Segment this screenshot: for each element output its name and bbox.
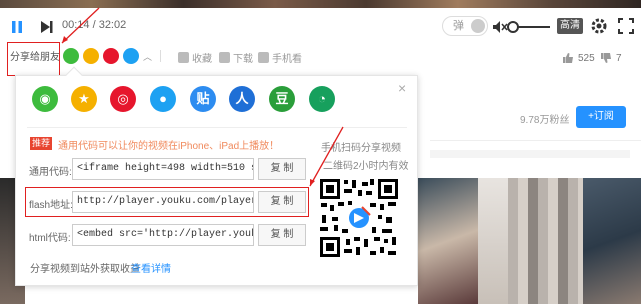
- embed-code-field[interactable]: <iframe height=498 width=510 src='http: [72, 158, 254, 180]
- qzone-share-icon[interactable]: ◔: [309, 86, 335, 112]
- mobile-label: 手机看: [272, 54, 302, 65]
- video-thumbnail[interactable]: [478, 178, 508, 304]
- video-thumbnail[interactable]: [508, 178, 583, 304]
- star-icon: [178, 52, 189, 63]
- fullscreen-button[interactable]: [618, 18, 634, 34]
- divider: [160, 50, 161, 62]
- chevron-up-icon[interactable]: ︿: [143, 50, 152, 63]
- fan-count: 9.78万粉丝: [520, 115, 570, 126]
- qr-title: 手机扫码分享视频: [321, 143, 401, 154]
- recommend-tag: 推荐: [30, 137, 52, 150]
- qr-code-icon: [318, 177, 400, 259]
- close-icon[interactable]: ×: [398, 80, 406, 96]
- code-row-label: html代码:: [29, 233, 71, 244]
- thumbs-up-icon: [563, 53, 573, 63]
- player-control-bar: 00:14 / 32:02 弹 高清: [0, 8, 641, 44]
- weibo-icon[interactable]: [103, 48, 119, 64]
- quality-selector[interactable]: 高清: [557, 18, 583, 34]
- favorite-label: 收藏: [192, 54, 212, 65]
- playback-time: 00:14 / 32:02: [62, 19, 127, 31]
- wechat-icon[interactable]: [63, 48, 79, 64]
- video-thumbnail[interactable]: [418, 178, 478, 304]
- settings-button[interactable]: [590, 17, 608, 35]
- mute-icon: [493, 21, 508, 33]
- gear-icon: [591, 18, 607, 34]
- code-row-label: 通用代码:: [29, 167, 72, 178]
- mobile-watch-button[interactable]: 手机看: [258, 50, 302, 65]
- video-frame-top: [0, 0, 641, 8]
- pause-icon: [12, 21, 22, 33]
- placeholder-block: [430, 150, 630, 158]
- thumbs-down-icon: [601, 53, 611, 63]
- copy-button[interactable]: 复 制: [258, 224, 306, 246]
- annotation-highlight-share: [7, 42, 60, 76]
- divider: [27, 127, 407, 128]
- download-icon: [219, 52, 230, 63]
- douban-share-icon[interactable]: 豆: [269, 86, 295, 112]
- favorites-icon[interactable]: [83, 48, 99, 64]
- pause-button[interactable]: [8, 18, 26, 36]
- annotation-highlight-flash: [25, 187, 309, 217]
- volume-slider-handle[interactable]: [507, 21, 519, 33]
- download-button[interactable]: 下载: [219, 50, 253, 65]
- like-count: 525: [578, 52, 595, 64]
- barrage-label: 弹: [453, 20, 464, 32]
- recommend-tip: 通用代码可以让你的视频在iPhone、iPad上播放！: [58, 141, 280, 152]
- footer-details-link[interactable]: 查看详情: [131, 260, 171, 275]
- next-icon: [41, 21, 53, 33]
- dislike-button[interactable]: 7: [600, 52, 622, 64]
- weibo-share-icon[interactable]: ◎: [110, 86, 136, 112]
- fullscreen-icon: [618, 18, 634, 34]
- barrage-switch-knob: [471, 19, 485, 33]
- subscribe-button[interactable]: +订阅: [576, 106, 626, 128]
- qq-icon[interactable]: [123, 48, 139, 64]
- wechat-share-icon[interactable]: ◉: [32, 86, 58, 112]
- phone-icon: [258, 52, 269, 63]
- like-button[interactable]: 525: [562, 52, 595, 64]
- html-code-field[interactable]: <embed src='http://player.youku.com/pla: [72, 224, 254, 246]
- volume-button[interactable]: [492, 19, 508, 35]
- qr-subtitle: 二维码2小时内有效: [323, 161, 409, 172]
- download-label: 下载: [233, 54, 253, 65]
- video-thumbnail[interactable]: [583, 178, 641, 304]
- favorites-share-icon[interactable]: ★: [71, 86, 97, 112]
- qq-share-icon[interactable]: ●: [150, 86, 176, 112]
- renren-share-icon[interactable]: 人: [229, 86, 255, 112]
- favorite-button[interactable]: 收藏: [178, 50, 212, 65]
- copy-button[interactable]: 复 制: [258, 158, 306, 180]
- barrage-toggle[interactable]: 弹: [442, 16, 488, 36]
- tieba-share-icon[interactable]: 贴: [190, 86, 216, 112]
- qr-code: [318, 177, 400, 259]
- divider: [430, 140, 641, 141]
- dislike-count: 7: [616, 52, 622, 64]
- next-button[interactable]: [38, 18, 56, 36]
- footer-text: 分享视频到站外获取收益: [30, 264, 140, 275]
